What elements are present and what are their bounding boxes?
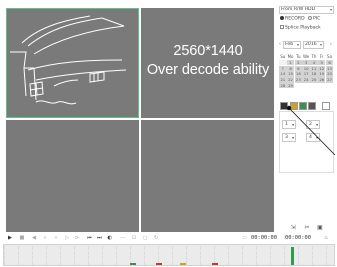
playback-panel: From R/W HDD ▾ RECORD PIC Splice Playback…	[278, 5, 336, 233]
zoom-icon[interactable]: ⊡	[130, 234, 138, 242]
callout-line	[286, 105, 336, 156]
skip-back-icon[interactable]: ⏮	[85, 234, 94, 242]
timeline-row-3	[4, 256, 336, 260]
decode-warning: 2560*1440 Over decode ability	[139, 42, 277, 80]
stop-icon[interactable]: ■	[18, 234, 26, 242]
video-grid: 2560*1440 Over decode ability	[6, 8, 274, 232]
timeline-row-1	[4, 246, 336, 250]
record-mark-1	[130, 263, 136, 265]
snapshot-icon[interactable]: ◻	[141, 234, 149, 242]
skip-forward-icon[interactable]: ⏭	[95, 234, 104, 242]
volume-icon[interactable]: ◐	[105, 234, 114, 242]
timeline-row-4	[4, 261, 336, 265]
volume-slider[interactable]: —	[117, 234, 129, 242]
record-mark-3	[180, 263, 186, 265]
reverse-icon[interactable]: ◀	[30, 234, 38, 242]
step-icon[interactable]: ⊳	[73, 234, 81, 242]
house-sketch-icon	[10, 15, 127, 105]
lock-icon[interactable]: ▣	[316, 224, 324, 232]
refresh-icon[interactable]: ↻	[152, 234, 160, 242]
timeline-row-2	[4, 251, 336, 255]
video-cell-3[interactable]	[6, 120, 139, 232]
record-mark-4	[212, 263, 218, 265]
video-cell-1[interactable]	[6, 8, 139, 118]
backup-icon[interactable]: ⇲	[289, 224, 297, 232]
end-time: 00:00:00	[285, 235, 311, 241]
clip-icon[interactable]: ✂	[303, 224, 311, 232]
slow-icon[interactable]: «	[41, 234, 49, 242]
frame-icon[interactable]: ▷	[63, 234, 71, 242]
timeline[interactable]	[3, 244, 336, 266]
video-cell-4[interactable]	[141, 120, 274, 232]
fullscreen-icon[interactable]: ▭	[240, 234, 249, 242]
play-icon[interactable]: ▶	[6, 234, 14, 242]
settings-icon[interactable]: ⌂	[322, 234, 330, 242]
record-mark-2	[156, 263, 162, 265]
fast-icon[interactable]: »	[52, 234, 60, 242]
decode-message: Over decode ability	[146, 62, 270, 78]
time-separator: :	[283, 235, 286, 241]
playback-controls: ▶ ■ ◀ « » ▷ ⊳ ⏮ ⏭ ◐ — ⊡ ◻ ↻ ▭ 00:00:00 0…	[0, 234, 337, 242]
timeline-cursor[interactable]	[291, 247, 294, 265]
start-time: 00:00:00	[251, 235, 277, 241]
resolution-text: 2560*1440	[173, 43, 243, 59]
